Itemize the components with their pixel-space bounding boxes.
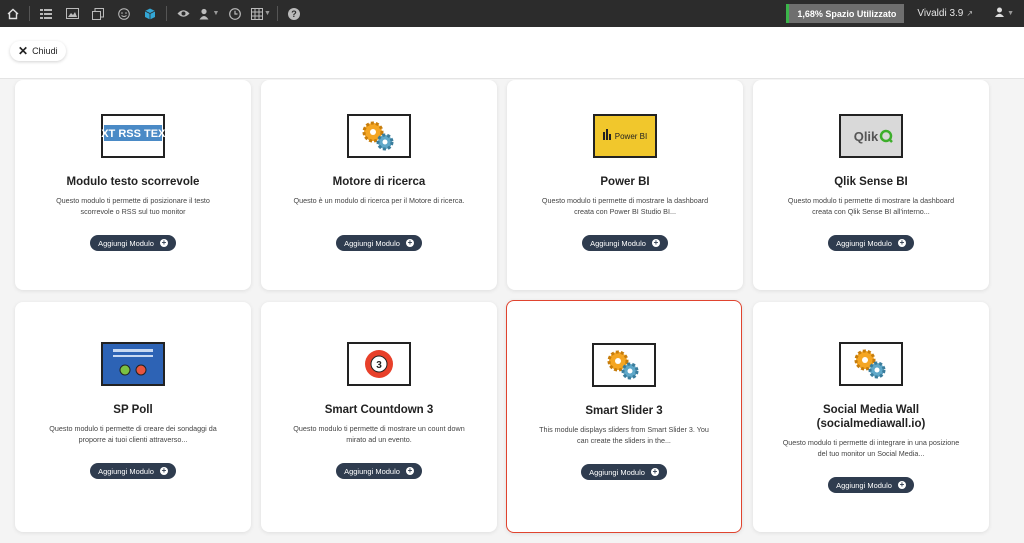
module-card-powerbi: Power BI Power BI Questo modulo ti perme… bbox=[507, 80, 743, 290]
user-icon bbox=[995, 7, 1005, 20]
add-module-button[interactable]: Aggiungi Modulo + bbox=[828, 235, 914, 251]
clock-icon[interactable] bbox=[222, 0, 248, 27]
image-icon[interactable] bbox=[59, 0, 85, 27]
svg-text:EXT RSS TEXT: EXT RSS TEXT bbox=[101, 128, 165, 140]
module-description: Questo è un modulo di ricerca per il Mot… bbox=[293, 196, 465, 205]
plus-icon: + bbox=[897, 480, 906, 489]
copy-icon[interactable] bbox=[85, 0, 111, 27]
grid-icon[interactable]: ▼ bbox=[248, 0, 274, 27]
module-description: Questo modulo ti permette di posizionare… bbox=[56, 196, 210, 216]
qlik-thumbnail: Qlik bbox=[839, 114, 903, 158]
eye-icon[interactable] bbox=[170, 0, 196, 27]
home-icon[interactable] bbox=[0, 0, 26, 27]
module-card-rss: EXT RSS TEXT Modulo testo scorrevole Que… bbox=[15, 80, 251, 290]
module-title: Smart Countdown 3 bbox=[324, 404, 434, 416]
svg-text:?: ? bbox=[291, 9, 297, 19]
svg-text:3: 3 bbox=[376, 360, 382, 371]
plus-icon: + bbox=[159, 466, 168, 475]
add-module-button[interactable]: Aggiungi Modulo + bbox=[90, 235, 176, 251]
module-card-search: Motore di ricerca Questo è un modulo di … bbox=[261, 80, 497, 290]
module-description: Questo modulo ti permette di mostrare la… bbox=[541, 196, 709, 216]
close-label: Chiudi bbox=[32, 46, 58, 56]
module-description: Questo modulo ti permette di mostrare un… bbox=[293, 424, 465, 444]
module-card-qlik: Qlik Qlik Sense BI Questo modulo ti perm… bbox=[753, 80, 989, 290]
plus-icon: + bbox=[405, 238, 414, 247]
module-title: Motore di ricerca bbox=[332, 176, 426, 188]
module-title: Social Media Wall (socialmediawall.io) bbox=[816, 404, 926, 430]
plus-icon: + bbox=[650, 467, 659, 476]
svg-text:Power BI: Power BI bbox=[615, 132, 647, 141]
space-usage-bar: 1,68% Spazio Utilizzato bbox=[786, 4, 905, 23]
user-group-icon[interactable]: ▼ bbox=[196, 0, 222, 27]
module-card-smart-slider[interactable]: Smart Slider 3 This module displays slid… bbox=[506, 300, 742, 533]
module-title: Power BI bbox=[600, 176, 650, 188]
module-description: Questo modulo ti permette di creare dei … bbox=[49, 424, 217, 444]
svg-text:Qlik: Qlik bbox=[854, 129, 879, 144]
help-icon[interactable]: ? bbox=[281, 0, 307, 27]
external-link-icon: ↗ bbox=[966, 9, 974, 18]
module-description: Questo modulo ti permette di integrare i… bbox=[782, 438, 960, 458]
list-icon[interactable] bbox=[33, 0, 59, 27]
chevron-down-icon: ▼ bbox=[212, 10, 220, 17]
gears-thumbnail bbox=[347, 114, 411, 158]
gears-thumbnail bbox=[592, 343, 656, 387]
add-module-button[interactable]: Aggiungi Modulo + bbox=[828, 477, 914, 493]
module-title: SP Poll bbox=[113, 404, 153, 416]
gears-thumbnail bbox=[839, 342, 903, 386]
module-title: Smart Slider 3 bbox=[585, 405, 663, 417]
toolbar-divider bbox=[277, 6, 278, 21]
toolbar-divider bbox=[166, 6, 167, 21]
top-toolbar: ▼ ▼ ? 1,68% Spazio Utilizzato Vivaldi 3.… bbox=[0, 0, 1024, 27]
countdown-thumbnail: 3 bbox=[347, 342, 411, 386]
module-description: This module displays sliders from Smart … bbox=[539, 425, 709, 445]
chevron-down-icon: ▼ bbox=[264, 10, 271, 17]
toolbar-divider bbox=[29, 6, 30, 21]
module-card-countdown: 3 Smart Countdown 3 Questo modulo ti per… bbox=[261, 302, 497, 532]
add-module-button[interactable]: Aggiungi Modulo + bbox=[582, 235, 668, 251]
chevron-down-icon: ▼ bbox=[1007, 10, 1014, 17]
smiley-icon[interactable] bbox=[111, 0, 137, 27]
user-menu[interactable]: ▼ bbox=[995, 7, 1014, 20]
powerbi-thumbnail: Power BI bbox=[593, 114, 657, 158]
module-card-sp-poll: SP Poll Questo modulo ti permette di cre… bbox=[15, 302, 251, 532]
poll-thumbnail bbox=[101, 342, 165, 386]
add-module-button[interactable]: Aggiungi Modulo + bbox=[90, 463, 176, 479]
add-module-button[interactable]: Aggiungi Modulo + bbox=[581, 464, 667, 480]
module-description: Questo modulo ti permette di mostrare la… bbox=[787, 196, 955, 216]
plus-icon: + bbox=[651, 238, 660, 247]
plus-icon: + bbox=[405, 466, 414, 475]
plus-icon: + bbox=[897, 238, 906, 247]
subheader: ✕ Chiudi bbox=[0, 27, 1024, 79]
add-module-button[interactable]: Aggiungi Modulo + bbox=[336, 235, 422, 251]
add-module-button[interactable]: Aggiungi Modulo + bbox=[336, 463, 422, 479]
close-button[interactable]: ✕ Chiudi bbox=[10, 41, 66, 61]
cube-icon[interactable] bbox=[137, 0, 163, 27]
module-card-social-media-wall: Social Media Wall (socialmediawall.io) Q… bbox=[753, 302, 989, 532]
module-grid: EXT RSS TEXT Modulo testo scorrevole Que… bbox=[0, 80, 1024, 543]
plus-icon: + bbox=[159, 238, 168, 247]
module-title: Modulo testo scorrevole bbox=[66, 176, 200, 188]
version-link[interactable]: Vivaldi 3.9 ↗ bbox=[917, 8, 973, 19]
version-label: Vivaldi 3.9 bbox=[917, 8, 964, 19]
rss-text-thumbnail: EXT RSS TEXT bbox=[94, 114, 172, 158]
close-icon: ✕ bbox=[18, 44, 29, 58]
module-title: Qlik Sense BI bbox=[834, 176, 908, 188]
